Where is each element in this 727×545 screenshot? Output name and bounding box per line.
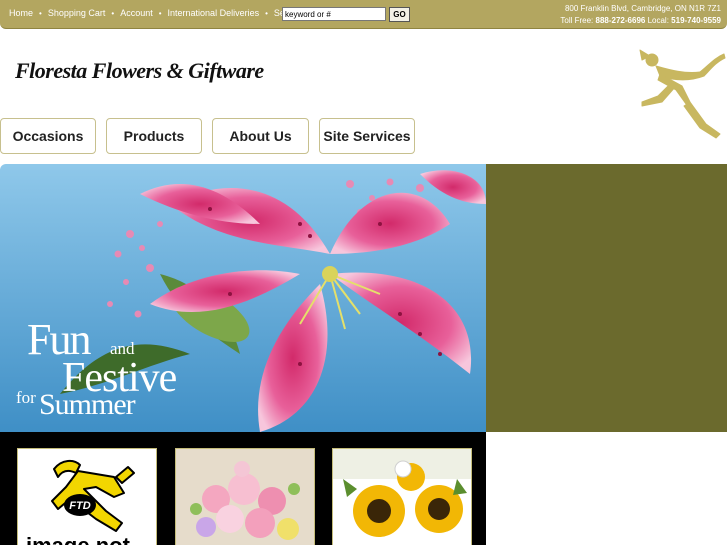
tab-label: Occasions bbox=[12, 128, 84, 144]
separator: • bbox=[158, 8, 162, 18]
tab-label: Site Services bbox=[323, 128, 411, 144]
promo-summer: Summer bbox=[39, 388, 136, 421]
tab-products[interactable]: Products bbox=[106, 118, 202, 154]
international-deliveries-link[interactable]: International Deliveries bbox=[168, 8, 260, 18]
product-tile-2[interactable] bbox=[175, 448, 315, 545]
svg-text:FTD: FTD bbox=[69, 500, 90, 512]
site-logo[interactable]: Floresta Flowers & Giftware bbox=[15, 58, 264, 84]
toll-free-number: 888-272-6696 bbox=[595, 16, 646, 25]
product-tile-1[interactable]: FTD image not bbox=[17, 448, 157, 545]
account-link[interactable]: Account bbox=[120, 8, 153, 18]
separator: • bbox=[265, 8, 268, 18]
promo-for: for bbox=[16, 388, 36, 407]
tab-label: Products bbox=[123, 128, 185, 144]
top-bar: Home • Shopping Cart • Account • Interna… bbox=[0, 0, 727, 29]
product-tile-3[interactable] bbox=[332, 448, 472, 545]
tab-about-us[interactable]: About Us bbox=[212, 118, 309, 154]
local-label: Local: bbox=[647, 16, 669, 25]
separator: • bbox=[39, 8, 42, 18]
ftd-mercury-icon bbox=[639, 49, 726, 139]
top-navigation: Home • Shopping Cart • Account • Interna… bbox=[9, 8, 302, 18]
store-contact: 800 Franklin Blvd, Cambridge, ON N1R 7Z1… bbox=[560, 3, 721, 27]
phone-numbers: Toll Free: 888-272-6696 Local: 519-740-9… bbox=[560, 15, 721, 27]
go-button[interactable]: GO bbox=[389, 7, 410, 22]
search-input[interactable] bbox=[282, 7, 386, 21]
tab-occasions[interactable]: Occasions bbox=[0, 118, 96, 154]
shopping-cart-link[interactable]: Shopping Cart bbox=[48, 8, 106, 18]
home-link[interactable]: Home bbox=[9, 8, 33, 18]
side-panel bbox=[486, 164, 727, 432]
product-caption: image not bbox=[26, 533, 130, 545]
tab-label: About Us bbox=[229, 128, 292, 144]
tab-site-services[interactable]: Site Services bbox=[319, 118, 415, 154]
hero-banner[interactable]: Fun and Festive for Summer bbox=[0, 164, 486, 432]
store-address: 800 Franklin Blvd, Cambridge, ON N1R 7Z1 bbox=[564, 4, 721, 13]
ftd-logo-icon: FTD bbox=[51, 459, 135, 532]
sunflower-bouquet-image bbox=[333, 449, 471, 545]
separator: • bbox=[111, 8, 115, 18]
pink-bouquet-image bbox=[176, 449, 314, 545]
local-number: 519-740-9559 bbox=[671, 16, 721, 25]
toll-free-label: Toll Free: bbox=[560, 16, 594, 25]
